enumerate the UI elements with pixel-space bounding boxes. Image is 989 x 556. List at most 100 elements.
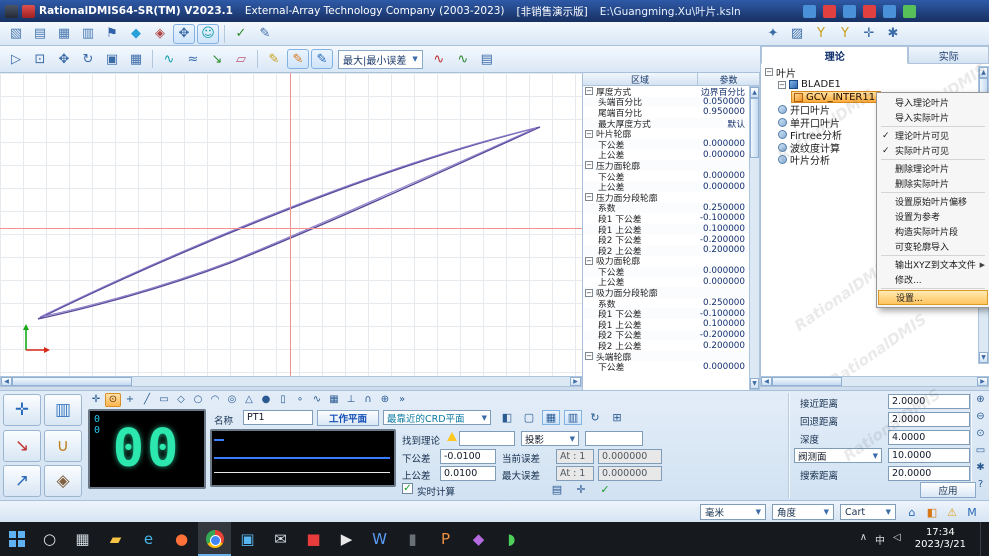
scroll-down-icon[interactable]: ▼	[750, 378, 759, 389]
vector-arrow-icon[interactable]: ↘	[206, 49, 228, 69]
scroll-right-icon[interactable]: ▶	[570, 377, 581, 386]
collapse-icon[interactable]: −	[585, 130, 593, 138]
intersect-icon[interactable]: ∩	[360, 393, 376, 407]
param-row[interactable]: 下公差0.000000	[583, 361, 749, 372]
feature-name-input[interactable]: PT1	[243, 410, 313, 425]
smooth-curve-icon[interactable]: ≈	[182, 49, 204, 69]
construct-icon[interactable]: ⊕	[377, 393, 393, 407]
workplane-button[interactable]: 工作平面	[317, 410, 379, 426]
funnel-y2-icon[interactable]: Y	[834, 24, 856, 44]
caliper-icon[interactable]: ▥	[44, 394, 82, 426]
confirm-check-icon[interactable]: ✓	[596, 482, 614, 497]
scan-value-input[interactable]: 4.0000	[888, 430, 970, 445]
title-tray-icon-1[interactable]	[803, 5, 816, 18]
param-vscrollbar[interactable]: ▲ ▼	[749, 86, 760, 390]
collapse-icon[interactable]: −	[778, 81, 786, 89]
scroll-right-icon[interactable]: ▶	[977, 377, 988, 386]
torus-icon[interactable]: ∘	[292, 393, 308, 407]
context-menu-item[interactable]: 设置...	[878, 290, 988, 305]
diamond-icon[interactable]: ◆	[125, 24, 147, 44]
tab-actual[interactable]: 实际	[908, 46, 989, 64]
ellipse-icon[interactable]: ◎	[224, 393, 240, 407]
pencil-yellow-icon[interactable]: ✎	[263, 49, 285, 69]
select-arrow-icon[interactable]: ▷	[5, 49, 27, 69]
camera-icon[interactable]: ▢	[520, 410, 538, 425]
projection-dropdown[interactable]: 投影 ▼	[521, 431, 579, 446]
context-menu-item[interactable]: 设置为参考	[878, 209, 988, 224]
curve-tool-icon[interactable]: ∿	[158, 49, 180, 69]
task-view-icon[interactable]: ▦	[66, 522, 99, 556]
plane-icon[interactable]: ▭	[156, 393, 172, 407]
scroll-track[interactable]	[750, 158, 759, 378]
find-theory-input[interactable]	[459, 431, 515, 446]
scan-value-input[interactable]: 2.0000	[888, 412, 970, 427]
scroll-up-icon[interactable]: ▲	[750, 87, 759, 98]
rotate-view-icon[interactable]: ↻	[77, 49, 99, 69]
context-menu-item[interactable]: ✓理论叶片可见	[878, 128, 988, 143]
part-icon[interactable]: ◈	[149, 24, 171, 44]
view-manager-icon[interactable]: ▧	[5, 24, 27, 44]
mail-icon[interactable]: ✉	[264, 522, 297, 556]
config-icon[interactable]: ✱	[882, 24, 904, 44]
curve-icon[interactable]: ∿	[309, 393, 325, 407]
funnel-y-icon[interactable]: Y	[810, 24, 832, 44]
note-icon[interactable]: ▤	[548, 482, 566, 497]
pencil-blue-icon[interactable]: ✎	[311, 49, 333, 69]
zoom-out-icon[interactable]: ⊖	[974, 409, 988, 424]
construct-plus-icon[interactable]: +	[122, 393, 138, 407]
context-menu-item[interactable]: 删除理论叶片	[878, 161, 988, 176]
crd-plane-dropdown[interactable]: 最靠近的CRD平面 ▼	[383, 410, 491, 425]
title-tray-icon-3[interactable]	[843, 5, 856, 18]
wave-red-icon[interactable]: ∿	[428, 49, 450, 69]
collapse-icon[interactable]: −	[585, 161, 593, 169]
collapse-icon[interactable]: −	[585, 193, 593, 201]
section-tool-icon[interactable]: ▱	[230, 49, 252, 69]
collapse-icon[interactable]: −	[585, 257, 593, 265]
tree-hscrollbar[interactable]: ◀ ▶	[760, 376, 989, 387]
probe-icon[interactable]: ✛	[3, 394, 41, 426]
pencil-orange-icon[interactable]: ✎	[287, 49, 309, 69]
units-dropdown[interactable]: 毫米 ▼	[700, 504, 766, 520]
scan-value-input[interactable]: 10.0000	[888, 448, 970, 463]
project-icon[interactable]: ⊥	[343, 393, 359, 407]
report-icon[interactable]: ▦	[53, 24, 75, 44]
title-tray-icon-6[interactable]	[903, 5, 916, 18]
scroll-left-icon[interactable]: ◀	[1, 377, 12, 386]
collapse-icon[interactable]: −	[585, 87, 593, 95]
check-plan-icon[interactable]: ✓	[230, 24, 252, 44]
browser-icon[interactable]: ●	[165, 522, 198, 556]
warning-icon[interactable]: ⚠	[944, 504, 960, 520]
view-eye-icon[interactable]: ☺	[197, 24, 219, 44]
powerpoint-icon[interactable]: P	[429, 522, 462, 556]
start-button[interactable]	[0, 522, 33, 556]
wave-green-icon[interactable]: ∿	[452, 49, 474, 69]
tray-ime-icon[interactable]: 中	[875, 532, 885, 547]
media-icon[interactable]: ▶	[330, 522, 363, 556]
point-icon[interactable]: ⊙	[105, 393, 121, 407]
tray-volume-icon[interactable]: ◁	[893, 532, 901, 547]
context-menu-item[interactable]: 导入实际叶片	[878, 110, 988, 125]
cylinder-icon[interactable]: ▯	[275, 393, 291, 407]
report-label-icon[interactable]: ▤	[476, 49, 498, 69]
line-icon[interactable]: ╱	[139, 393, 155, 407]
taskbar-clock[interactable]: 17:34 2023/3/21	[909, 527, 972, 551]
edit-plan-icon[interactable]: ✎	[254, 24, 276, 44]
collapse-icon[interactable]: −	[585, 352, 593, 360]
probe-readout-icon[interactable]: ◧	[498, 410, 516, 425]
coord-system-dropdown[interactable]: Cart ▼	[840, 504, 896, 520]
explorer-icon[interactable]: ▰	[99, 522, 132, 556]
surface-icon[interactable]: ▦	[326, 393, 342, 407]
collapse-icon[interactable]: −	[585, 289, 593, 297]
error-mode-dropdown[interactable]: 最大|最小误差▼	[338, 50, 423, 69]
zoom-window-icon[interactable]: ⊡	[29, 49, 51, 69]
lower-tolerance-input[interactable]: -0.0100	[440, 449, 496, 464]
probe-small-icon[interactable]: ✛	[572, 482, 590, 497]
arc-icon[interactable]: ◠	[207, 393, 223, 407]
edge-icon[interactable]: e	[132, 522, 165, 556]
cone-icon[interactable]: △	[241, 393, 257, 407]
context-menu-item[interactable]: 构造实际叶片段	[878, 224, 988, 239]
scroll-track[interactable]	[132, 377, 570, 386]
scroll-thumb[interactable]	[12, 377, 132, 386]
collapse-icon[interactable]: −	[765, 68, 773, 76]
settings-gear-icon[interactable]: ✱	[974, 460, 988, 475]
